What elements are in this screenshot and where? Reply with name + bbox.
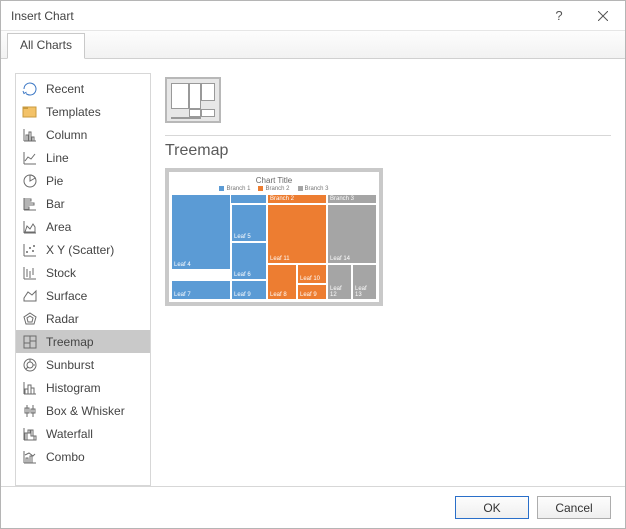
sidebar-item-surface[interactable]: Surface — [16, 284, 150, 307]
sidebar-item-label: X Y (Scatter) — [46, 243, 114, 257]
cancel-button[interactable]: Cancel — [537, 496, 611, 519]
tab-row: All Charts — [1, 31, 625, 59]
column-icon — [22, 127, 38, 143]
sidebar-item-label: Radar — [46, 312, 79, 326]
treemap-leaf: Leaf 10 — [297, 264, 327, 284]
preview-legend: Branch 1 Branch 2 Branch 3 — [171, 186, 377, 194]
treemap-leaf: Leaf 6 — [231, 242, 267, 280]
sidebar-item-treemap[interactable]: Treemap — [16, 330, 150, 353]
sidebar-item-combo[interactable]: Combo — [16, 445, 150, 468]
sidebar-item-label: Sunburst — [46, 358, 94, 372]
radar-icon — [22, 311, 38, 327]
sidebar-item-label: Bar — [46, 197, 65, 211]
subtype-thumbnail-icon — [171, 83, 215, 117]
sidebar-item-label: Box & Whisker — [46, 404, 125, 418]
sidebar-item-templates[interactable]: Templates — [16, 100, 150, 123]
sidebar-item-histogram[interactable]: Histogram — [16, 376, 150, 399]
treemap-leaf: Leaf 4 — [171, 194, 231, 270]
sidebar-item-pie[interactable]: Pie — [16, 169, 150, 192]
waterfall-icon — [22, 426, 38, 442]
sidebar-item-radar[interactable]: Radar — [16, 307, 150, 330]
sidebar-item-label: Column — [46, 128, 87, 142]
preview-title: Chart Title — [171, 174, 377, 186]
bar-icon — [22, 196, 38, 212]
sidebar-item-sunburst[interactable]: Sunburst — [16, 353, 150, 376]
preview-treemap: Branch 1 Leaf 4 Leaf 5 Leaf 6 Leaf 7 Lea… — [171, 194, 377, 300]
line-icon — [22, 150, 38, 166]
titlebar: Insert Chart ? — [1, 1, 625, 31]
sunburst-icon — [22, 357, 38, 373]
pie-icon — [22, 173, 38, 189]
sidebar-item-area[interactable]: Area — [16, 215, 150, 238]
dialog-footer: OK Cancel — [1, 486, 625, 528]
sidebar-item-label: Histogram — [46, 381, 101, 395]
area-icon — [22, 219, 38, 235]
sidebar-item-label: Line — [46, 151, 69, 165]
sidebar-item-label: Treemap — [46, 335, 94, 349]
chart-type-list[interactable]: Recent Templates Column Line — [15, 73, 151, 486]
treemap-leaf: Leaf 13 — [352, 264, 377, 300]
sidebar-item-column[interactable]: Column — [16, 123, 150, 146]
treemap-icon — [22, 334, 38, 350]
sidebar-item-scatter[interactable]: X Y (Scatter) — [16, 238, 150, 261]
boxwhisker-icon — [22, 403, 38, 419]
treemap-leaf: Leaf 9 — [297, 284, 327, 300]
close-button[interactable] — [581, 1, 625, 31]
branch-header: Branch 3 — [327, 194, 377, 204]
sidebar-item-label: Templates — [46, 105, 101, 119]
scatter-icon — [22, 242, 38, 258]
subtype-treemap[interactable] — [165, 77, 221, 123]
stock-icon — [22, 265, 38, 281]
tab-all-charts[interactable]: All Charts — [7, 33, 85, 59]
sidebar-item-bar[interactable]: Bar — [16, 192, 150, 215]
ok-button[interactable]: OK — [455, 496, 529, 519]
surface-icon — [22, 288, 38, 304]
treemap-leaf: Leaf 11 — [267, 204, 327, 264]
treemap-leaf: Leaf 12 — [327, 264, 352, 300]
branch-header: Branch 2 — [267, 194, 327, 204]
legend-item: Branch 3 — [298, 186, 329, 192]
legend-item: Branch 2 — [258, 186, 289, 192]
sidebar-item-label: Recent — [46, 82, 84, 96]
recent-icon — [22, 81, 38, 97]
sidebar-item-label: Surface — [46, 289, 87, 303]
treemap-leaf: Leaf 8 — [267, 264, 297, 300]
chart-preview[interactable]: Chart Title Branch 1 Branch 2 Branch 3 B… — [165, 168, 383, 306]
legend-item: Branch 1 — [219, 186, 250, 192]
sidebar-item-line[interactable]: Line — [16, 146, 150, 169]
sidebar-item-label: Pie — [46, 174, 63, 188]
combo-icon — [22, 449, 38, 465]
dialog-body: Recent Templates Column Line — [1, 59, 625, 486]
sidebar-item-waterfall[interactable]: Waterfall — [16, 422, 150, 445]
chart-type-heading: Treemap — [165, 136, 611, 168]
treemap-leaf: Leaf 14 — [327, 204, 377, 264]
sidebar-item-label: Combo — [46, 450, 85, 464]
sidebar-item-boxwhisker[interactable]: Box & Whisker — [16, 399, 150, 422]
subtype-row — [165, 73, 611, 136]
histogram-icon — [22, 380, 38, 396]
sidebar-item-label: Area — [46, 220, 71, 234]
sidebar-item-label: Stock — [46, 266, 76, 280]
treemap-leaf: Leaf 5 — [231, 204, 267, 242]
help-button[interactable]: ? — [537, 1, 581, 31]
sidebar-item-recent[interactable]: Recent — [16, 77, 150, 100]
main-panel: Treemap Chart Title Branch 1 Branch 2 Br… — [151, 73, 611, 486]
sidebar-item-label: Waterfall — [46, 427, 93, 441]
sidebar-item-stock[interactable]: Stock — [16, 261, 150, 284]
treemap-leaf: Leaf 9 — [231, 280, 267, 300]
treemap-leaf: Leaf 7 — [171, 280, 231, 300]
templates-icon — [22, 104, 38, 120]
insert-chart-dialog: Insert Chart ? All Charts Recent Templat… — [0, 0, 626, 529]
window-title: Insert Chart — [11, 9, 537, 23]
